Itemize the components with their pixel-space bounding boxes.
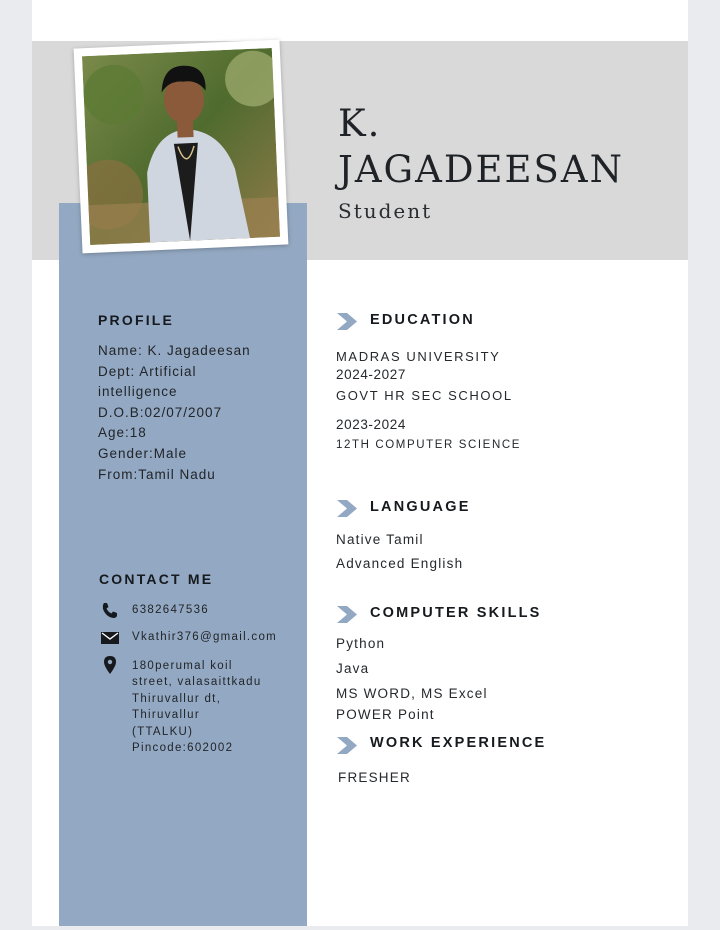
computer-skills-heading: COMPUTER SKILLS [370,605,542,621]
profile-line: intelligence [98,384,178,400]
chevron-right-icon [337,500,357,517]
address-block: 180perumal koil street, valasaittkadu Th… [132,658,282,756]
profile-heading: PROFILE [98,312,175,328]
profile-photo [73,39,289,254]
skill-line: POWER Point [336,707,435,722]
language-line: Native Tamil [336,532,424,547]
chevron-right-icon [337,313,357,330]
skill-line: Python [336,636,386,651]
role-title: Student [338,199,433,223]
address-line: street, valasaittkadu [132,676,262,689]
work-experience-heading: WORK EXPERIENCE [370,735,547,751]
contact-heading: CONTACT ME [99,571,214,587]
chevron-right-icon [337,737,357,754]
phone-icon [102,603,117,618]
address-line: (TTALKU) [132,725,194,738]
language-line: Advanced English [336,556,464,571]
education-line: MADRAS UNIVERSITY [336,349,501,364]
email-address: Vkathir376@gmail.com [132,631,278,643]
chevron-right-icon [337,606,357,623]
phone-number: 6382647536 [132,604,209,616]
address-line: Pincode:602002 [132,742,234,755]
profile-line: From:Tamil Nadu [98,466,216,482]
education-line: 2023-2024 [336,417,406,432]
resume-page: K. JAGADEESAN Student PROFILE Name: K. J… [32,0,688,926]
portrait-image [81,47,281,246]
map-pin-icon [104,656,116,674]
profile-line: Age:18 [98,425,147,441]
profile-list: Name: K. Jagadeesan Dept: Artificial int… [98,341,288,485]
address-line: Thiruvallur dt, [132,692,222,705]
education-line: 2024-2027 [336,367,406,382]
envelope-icon [101,632,119,644]
profile-line: Name: K. Jagadeesan [98,343,251,358]
profile-line: Gender:Male [98,445,188,461]
skill-line: Java [336,661,370,676]
address-line: Thiruvallur [132,709,200,722]
education-line: GOVT HR SEC SCHOOL [336,388,513,403]
education-heading: EDUCATION [370,312,475,328]
name-first-line: K. [338,102,382,145]
profile-line: Dept: Artificial [98,363,197,379]
name-last-line: JAGADEESAN [338,148,624,191]
profile-line: D.O.B:02/07/2007 [98,404,223,420]
address-line: 180perumal koil [132,660,233,672]
sidebar-column [59,203,307,926]
skill-line: MS WORD, MS Excel [336,686,488,701]
experience-line: FRESHER [338,770,411,785]
education-line: 12TH COMPUTER SCIENCE [336,439,522,451]
language-heading: LANGUAGE [370,499,471,515]
